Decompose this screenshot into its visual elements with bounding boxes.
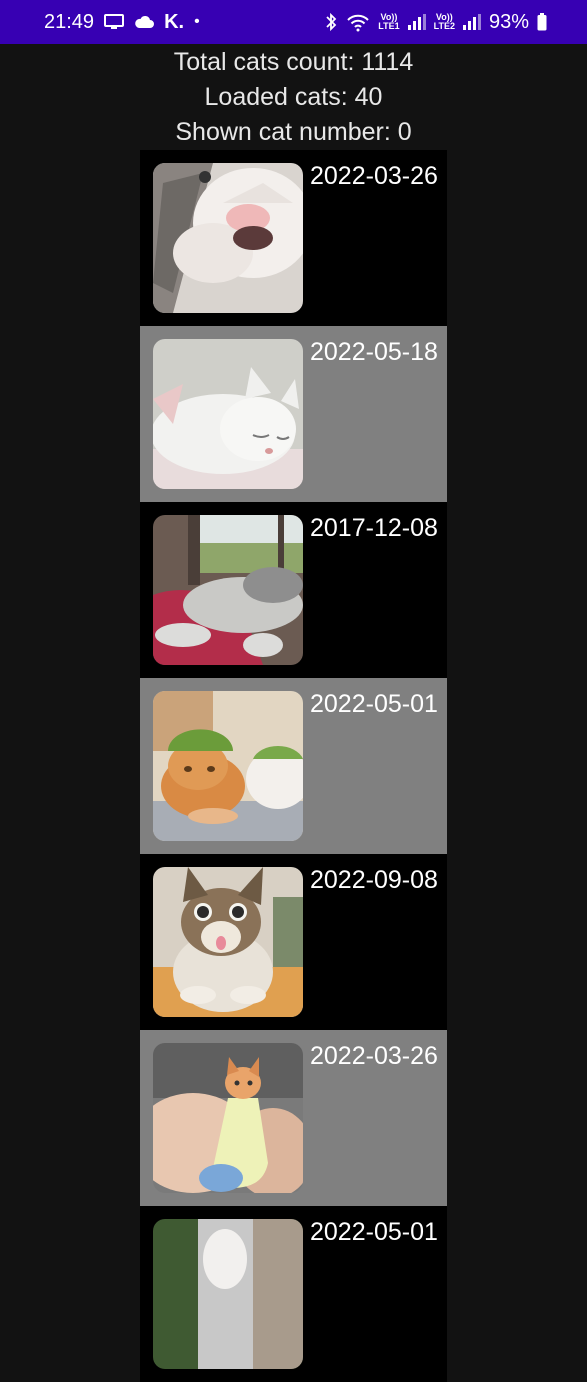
signal-icon bbox=[462, 14, 481, 30]
cat-list-item[interactable]: 2022-09-08 bbox=[140, 854, 447, 1030]
cat-list[interactable]: 2022-03-26 2022-05-18 2017-12-08 2022-05… bbox=[140, 150, 447, 1382]
cat-photo[interactable] bbox=[153, 339, 303, 489]
cat-list-item[interactable]: 2022-05-01 bbox=[140, 678, 447, 854]
loaded-cats-count: Loaded cats: 40 bbox=[204, 83, 383, 111]
cat-stats-header: Total cats count: 1114 Loaded cats: 40 S… bbox=[0, 44, 587, 149]
cloud-icon bbox=[134, 15, 155, 29]
cat-list-item[interactable]: 2022-05-01 bbox=[140, 1206, 447, 1382]
cat-date: 2017-12-08 bbox=[310, 514, 438, 542]
cat-photo[interactable] bbox=[153, 691, 303, 841]
cat-photo[interactable] bbox=[153, 867, 303, 1017]
cat-photo[interactable] bbox=[153, 163, 303, 313]
cat-date: 2022-03-26 bbox=[310, 162, 438, 190]
cat-date: 2022-03-26 bbox=[310, 1042, 438, 1070]
screen-cast-icon bbox=[104, 14, 125, 30]
cat-list-item[interactable]: 2017-12-08 bbox=[140, 502, 447, 678]
battery-percent: 93% bbox=[488, 10, 529, 33]
cat-date: 2022-05-01 bbox=[310, 1218, 438, 1246]
cat-photo[interactable] bbox=[153, 1043, 303, 1193]
lte1-indicator: Vo)) LTE1 bbox=[378, 12, 400, 31]
cat-photo[interactable] bbox=[153, 515, 303, 665]
total-cats-count: Total cats count: 1114 bbox=[173, 48, 414, 76]
shown-cat-number: Shown cat number: 0 bbox=[175, 118, 412, 146]
status-bar: 21:49 K. • Vo)) LTE1 Vo)) LTE2 93% bbox=[0, 0, 587, 44]
cat-list-item[interactable]: 2022-05-18 bbox=[140, 326, 447, 502]
status-time: 21:49 bbox=[44, 10, 95, 33]
lte2-indicator: Vo)) LTE2 bbox=[433, 12, 455, 31]
cat-list-item[interactable]: 2022-03-26 bbox=[140, 150, 447, 326]
cat-photo[interactable] bbox=[153, 1219, 303, 1369]
cat-date: 2022-05-01 bbox=[310, 690, 438, 718]
carrier-logo: K. bbox=[164, 10, 185, 33]
signal-icon bbox=[407, 14, 426, 30]
notification-dot: • bbox=[194, 13, 200, 30]
battery-icon bbox=[537, 13, 547, 31]
cat-date: 2022-05-18 bbox=[310, 338, 438, 366]
wifi-icon bbox=[346, 12, 370, 32]
cat-list-item[interactable]: 2022-03-26 bbox=[140, 1030, 447, 1206]
cat-date: 2022-09-08 bbox=[310, 866, 438, 894]
bluetooth-icon bbox=[324, 12, 338, 32]
